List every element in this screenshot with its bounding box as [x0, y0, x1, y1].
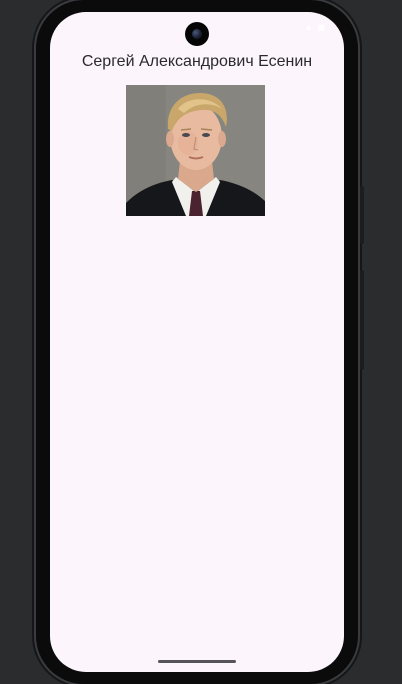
page-title: Сергей Александрович Есенин [81, 53, 313, 70]
front-camera [185, 22, 209, 46]
portrait-image [126, 85, 265, 216]
phone-frame: ▲ ◼ Сергей Александрович Есенин [36, 0, 364, 684]
home-indicator[interactable] [158, 660, 236, 663]
volume-button [360, 186, 364, 244]
app-screen: ▲ ◼ Сергей Александрович Есенин [50, 12, 344, 672]
status-icons: ▲ ◼ [304, 22, 326, 32]
portrait-photo [126, 85, 265, 216]
camera-lens-icon [192, 29, 202, 39]
power-button [360, 270, 364, 370]
